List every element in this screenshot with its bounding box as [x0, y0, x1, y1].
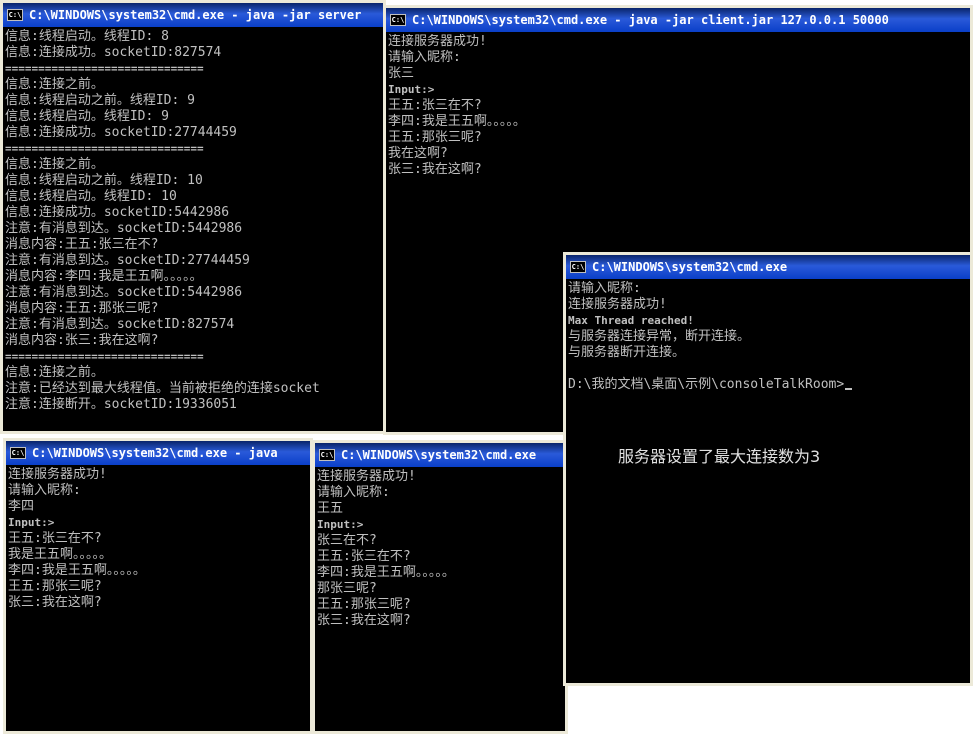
console-line: 王五:张三在不?: [388, 98, 482, 113]
console-line: 注意:有消息到达。socketID:5442986: [5, 285, 243, 300]
client-zhangsan-title: C:\WINDOWS\system32\cmd.exe - java -jar …: [412, 13, 889, 27]
client-lisi-window[interactable]: C:\ C:\WINDOWS\system32\cmd.exe - java 连…: [3, 438, 313, 734]
console-line: Input:>: [8, 516, 55, 529]
server-window-title: C:\WINDOWS\system32\cmd.exe - java -jar …: [29, 8, 362, 22]
console-line: 王五:张三在不?: [317, 549, 411, 564]
rejected-client-window[interactable]: C:\ C:\WINDOWS\system32\cmd.exe 请输入昵称: 连接…: [563, 252, 973, 686]
console-line: 与服务器断开连接。: [568, 345, 686, 360]
console-line: 注意:有消息到达。socketID:827574: [5, 317, 235, 332]
console-line: 消息内容:王五:张三在不?: [5, 237, 159, 252]
console-line: ==============================: [5, 350, 204, 363]
console-line: ==============================: [5, 142, 204, 155]
console-line: 信息:连接成功。socketID:5442986: [5, 205, 230, 220]
console-line: 张三:我在这啊?: [8, 595, 102, 610]
console-line: 王五:那张三呢?: [388, 130, 482, 145]
console-line: 信息:连接之前。: [5, 365, 104, 380]
console-line: 信息:连接成功。socketID:827574: [5, 45, 222, 60]
console-line: ==============================: [5, 62, 204, 75]
console-line: Max Thread reached!: [568, 314, 694, 327]
console-line: 信息:连接成功。socketID:27744459: [5, 125, 237, 140]
client-wangwu-titlebar[interactable]: C:\ C:\WINDOWS\system32\cmd.exe: [315, 443, 565, 467]
rejected-client-titlebar[interactable]: C:\ C:\WINDOWS\system32\cmd.exe: [566, 255, 970, 279]
cmd-window-icon[interactable]: C:\: [570, 261, 586, 273]
server-console-output[interactable]: 信息:线程启动。线程ID: 8 信息:连接成功。socketID:827574 ==…: [5, 29, 381, 429]
console-line: 信息:线程启动之前。线程ID: 10: [5, 173, 203, 188]
client-wangwu-console-output[interactable]: 连接服务器成功! 请输入昵称: 王五 Input:> 张三在不? 王五:张三在不? 李四:我…: [317, 469, 563, 729]
console-line: 请输入昵称:: [8, 483, 81, 498]
console-line: 注意:有消息到达。socketID:5442986: [5, 221, 243, 236]
console-line: 信息:线程启动之前。线程ID: 9: [5, 93, 195, 108]
console-line: 王五: [317, 501, 344, 516]
client-lisi-titlebar[interactable]: C:\ C:\WINDOWS\system32\cmd.exe - java: [6, 441, 310, 465]
console-line: 张三: [388, 66, 415, 81]
text-cursor: [845, 388, 853, 390]
console-line: 请输入昵称:: [317, 485, 390, 500]
client-wangwu-title: C:\WINDOWS\system32\cmd.exe: [341, 448, 537, 462]
server-console-window[interactable]: C:\ C:\WINDOWS\system32\cmd.exe - java -…: [0, 0, 386, 434]
console-line: 信息:连接之前。: [5, 77, 104, 92]
console-line: 张三在不?: [317, 533, 377, 548]
console-line: 连接服务器成功!: [568, 297, 667, 312]
console-line: 请输入昵称:: [388, 50, 461, 65]
cmd-window-icon[interactable]: C:\: [390, 14, 406, 26]
client-zhangsan-titlebar[interactable]: C:\ C:\WINDOWS\system32\cmd.exe - java -…: [386, 8, 970, 32]
console-line: D:\我的文档\桌面\示例\consoleTalkRoom>: [568, 377, 968, 393]
console-line: 信息:线程启动。线程ID: 10: [5, 189, 177, 204]
console-line: Input:>: [317, 518, 364, 531]
cmd-window-icon[interactable]: C:\: [319, 449, 335, 461]
client-wangwu-window[interactable]: C:\ C:\WINDOWS\system32\cmd.exe 连接服务器成功!…: [312, 440, 568, 734]
console-line: 王五:那张三呢?: [8, 579, 102, 594]
console-line: 连接服务器成功!: [8, 467, 107, 482]
console-line: 李四:我是王五啊。。。。。: [317, 565, 455, 580]
console-line: 信息:线程启动。线程ID: 9: [5, 109, 169, 124]
console-line: 信息:线程启动。线程ID: 8: [5, 29, 169, 44]
max-connections-annotation: 服务器设置了最大连接数为3: [618, 447, 821, 466]
server-titlebar[interactable]: C:\ C:\WINDOWS\system32\cmd.exe - java -…: [3, 3, 383, 27]
console-line: 王五:张三在不?: [8, 531, 102, 546]
console-line: Input:>: [388, 83, 435, 96]
console-line: 消息内容:张三:我在这啊?: [5, 333, 159, 348]
rejected-client-title: C:\WINDOWS\system32\cmd.exe: [592, 260, 788, 274]
cmd-window-icon[interactable]: C:\: [10, 447, 26, 459]
client-lisi-title: C:\WINDOWS\system32\cmd.exe - java: [32, 446, 278, 460]
console-line: 张三:我在这啊?: [388, 162, 482, 177]
console-line: 信息:连接之前。: [5, 157, 104, 172]
console-line: 连接服务器成功!: [388, 34, 487, 49]
console-line: 消息内容:王五:那张三呢?: [5, 301, 159, 316]
console-line: 消息内容:李四:我是王五啊。。。。。: [5, 269, 203, 284]
console-line: 我是王五啊。。。。。: [8, 547, 113, 562]
console-line: 李四: [8, 499, 35, 514]
console-line: 我在这啊?: [388, 146, 448, 161]
console-line: 注意:已经达到最大线程值。当前被拒绝的连接socket: [5, 381, 320, 396]
console-line: 张三:我在这啊?: [317, 613, 411, 628]
console-line: 与服务器连接异常，断开连接。: [568, 329, 751, 344]
console-line: 请输入昵称:: [568, 281, 641, 296]
console-line: 那张三呢?: [317, 581, 377, 596]
console-line: 注意:连接断开。socketID:19336051: [5, 397, 237, 412]
console-line: 李四:我是王五啊。。。。。: [388, 114, 526, 129]
console-line: 王五:那张三呢?: [317, 597, 411, 612]
console-line: 李四:我是王五啊。。。。。: [8, 563, 146, 578]
client-lisi-console-output[interactable]: 连接服务器成功! 请输入昵称: 李四 Input:> 王五:张三在不? 我是王五啊。。。。…: [8, 467, 308, 729]
rejected-client-console-output[interactable]: 请输入昵称: 连接服务器成功! Max Thread reached! 与服务器连接异…: [568, 281, 968, 681]
console-line: 注意:有消息到达。socketID:27744459: [5, 253, 250, 268]
console-line: 连接服务器成功!: [317, 469, 416, 484]
cmd-window-icon[interactable]: C:\: [7, 9, 23, 21]
